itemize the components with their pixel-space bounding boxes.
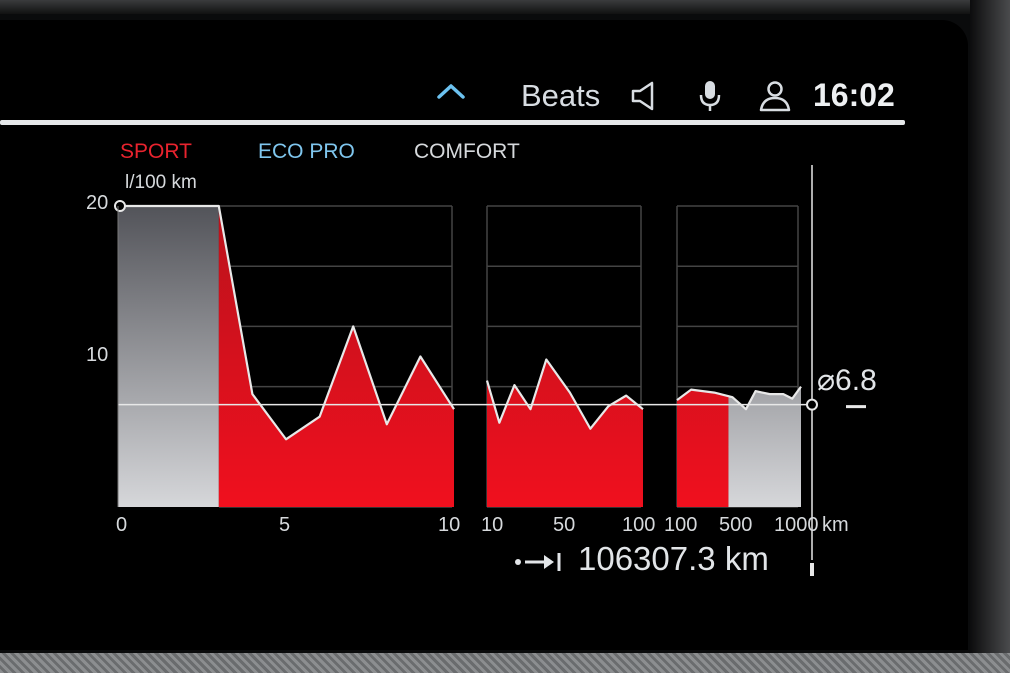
area-fill-grey — [118, 206, 219, 507]
infotainment-screen: Beats 16:02 SPORT ECO PRO COMFORT l/100 … — [0, 20, 968, 650]
dashboard-trim — [0, 653, 1010, 673]
odometer-reading: 106307.3 km — [578, 540, 769, 578]
bezel-right-edge — [970, 0, 1010, 673]
x-tick: 1000 — [774, 514, 819, 536]
consumption-chart — [114, 165, 866, 576]
odometer-unit: km — [724, 540, 769, 577]
x-tick: 10 — [438, 514, 461, 536]
bezel-top-edge — [0, 0, 1010, 14]
x-tick: 50 — [553, 514, 576, 536]
odometer-icon — [515, 553, 561, 571]
x-tick: 100 — [664, 514, 698, 536]
average-consumption: ⌀6.8 — [817, 364, 877, 397]
odometer-value: 106307.3 — [578, 540, 716, 577]
y-max-marker — [114, 200, 126, 212]
x-tick: 500 — [719, 514, 753, 536]
x-axis-unit: km — [822, 514, 849, 536]
x-tick: 5 — [279, 514, 291, 536]
average-marker — [806, 398, 818, 411]
x-tick: 0 — [116, 514, 128, 536]
x-tick: 10 — [481, 514, 504, 536]
x-tick: 100 — [622, 514, 656, 536]
area-fill-red — [218, 206, 454, 507]
area-fill-grey — [728, 386, 801, 507]
area-fill-red — [677, 386, 729, 507]
area-fill-red — [487, 359, 643, 507]
